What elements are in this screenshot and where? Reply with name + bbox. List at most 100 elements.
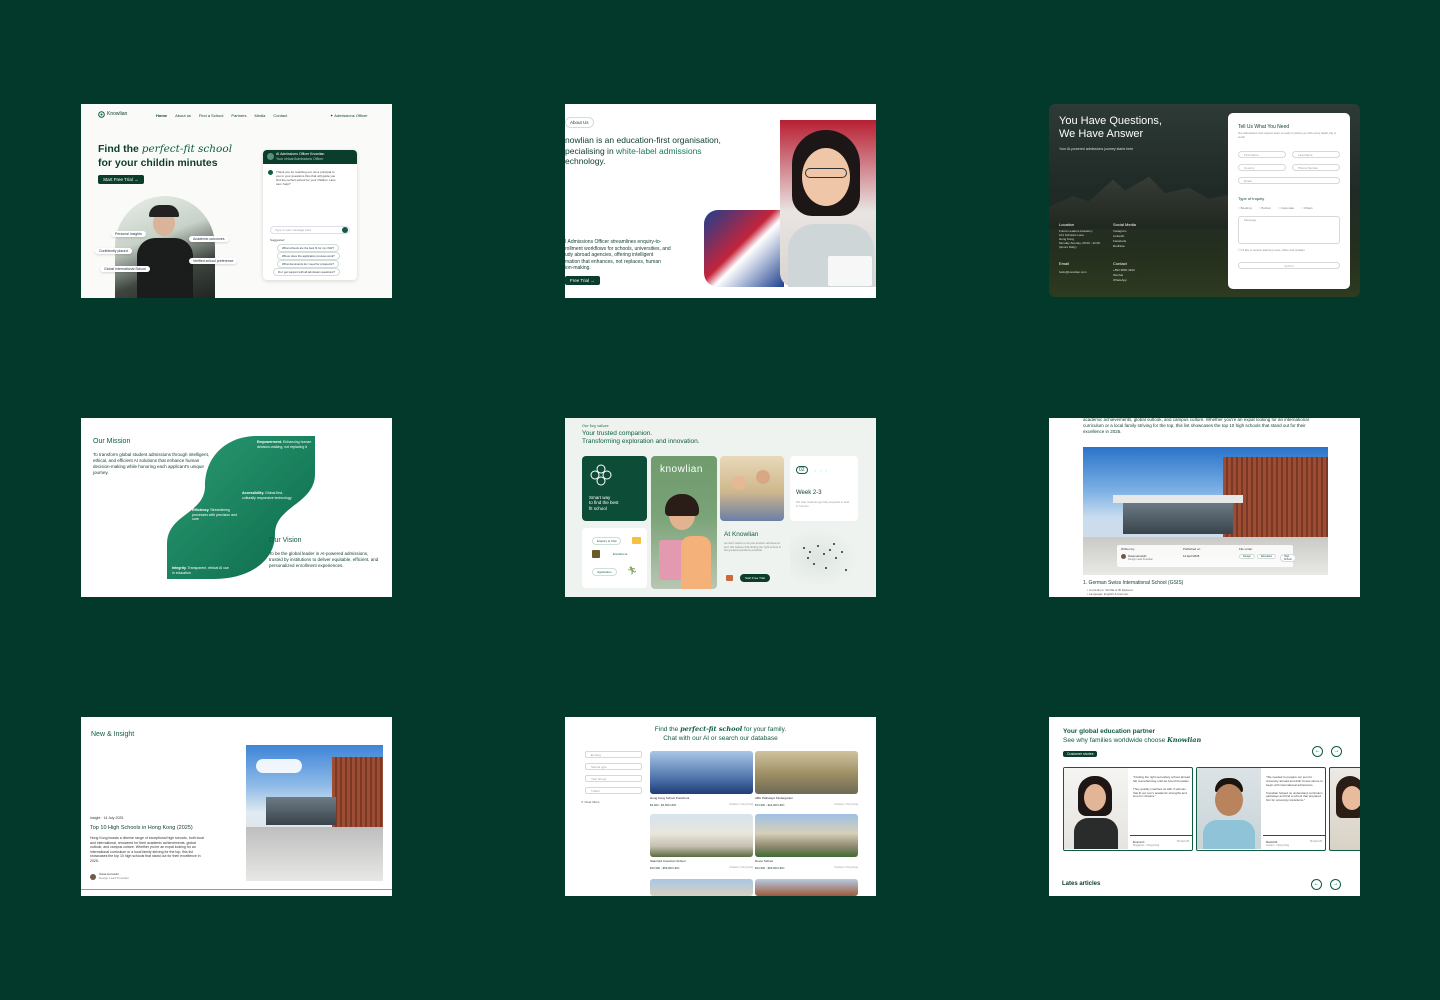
radio-booking[interactable]: ○ Booking [1238, 206, 1252, 210]
value-efficiency: Efficiency. Streamlining processes with … [192, 508, 237, 522]
clear-filters[interactable]: ✕ Clear filters [581, 800, 600, 804]
school-card-1[interactable]: Hong Kong School Preschool $3,900 - $6,5… [650, 751, 753, 809]
nav-contact[interactable]: Contact [273, 113, 287, 118]
values-trial-button[interactable]: Start Free Trial [740, 574, 770, 582]
values-kicker: Our key values [582, 424, 609, 428]
contact-page-card: You Have Questions, We Have Answer Your … [1049, 104, 1360, 297]
news-headline[interactable]: Top 10 High Schools in Hong Kong (2025) [90, 825, 193, 831]
social-rednote[interactable]: RedNote [1113, 244, 1136, 249]
submit-button[interactable]: Submit [1238, 262, 1340, 269]
mission-page-card: Our Mission To transform global student … [81, 418, 392, 597]
person-body-2 [1203, 820, 1255, 849]
articles-next-button[interactable]: → [1330, 879, 1341, 890]
chat-subtitle: Your virtual Admissions Officer [276, 156, 324, 161]
radio-corporate[interactable]: ○ Corporate [1278, 206, 1294, 210]
carousel-prev-button[interactable]: ← [1312, 746, 1323, 757]
articles-prev-button[interactable]: ← [1311, 879, 1322, 890]
student-hair [665, 494, 699, 516]
at-knowlian-tile: At Knowlian we don't aspire to be just a… [720, 526, 784, 589]
free-trial-button[interactable]: Free Trial → [565, 276, 600, 285]
nav-about[interactable]: About us [175, 113, 191, 118]
radio-others[interactable]: ○ Others [1301, 206, 1313, 210]
suggestion-3[interactable]: What documents do I need for prospects? [277, 260, 339, 268]
inquiry-options: ○ Booking ○ Partner ○ Corporate ○ Others [1238, 206, 1313, 210]
consent-checkbox[interactable]: ☐ I'd like to receive learning news, off… [1238, 248, 1305, 252]
school-name-1: Hong Kong School Preschool [650, 796, 690, 800]
graduation-icon [592, 550, 600, 558]
carousel-next-button[interactable]: → [1331, 746, 1342, 757]
filter-year-group[interactable]: Year Group [585, 775, 642, 782]
finder-title: Find the perfect-fit school for your fam… [654, 725, 787, 742]
article-item-heading: 1. German Swiss International School (GS… [1083, 580, 1184, 586]
school-card-3[interactable]: Stamford American School $19,900 - $59,9… [650, 814, 753, 872]
chat-input[interactable]: Type in your message here [270, 226, 350, 234]
suggestion-4[interactable]: Do I get support with all admission ques… [273, 268, 340, 276]
chip-academic-outcomes: Academic outcomes [189, 236, 229, 242]
classroom-photo-tile [720, 456, 784, 521]
nav-find-school[interactable]: Find a School [199, 113, 223, 118]
published-label: Published on [1183, 547, 1201, 551]
school-loc-4: Kowloon, Hong Kong [834, 866, 859, 869]
nav-partners[interactable]: Partners [231, 113, 246, 118]
admissions-officer-link[interactable]: ✦ Admissions Officer [330, 113, 368, 118]
story-card-2[interactable]: "We needed to prepare our son for univer… [1196, 767, 1326, 851]
brand-wordmark: knowlian [660, 464, 703, 475]
student-cap [149, 205, 179, 217]
last-name-field[interactable]: Last Name [1292, 151, 1340, 158]
value-integrity: Integrity. Transparent, ethical AI use i… [172, 566, 229, 575]
school-card-2[interactable]: ABC Pathways Kindergarten $73,900 - $24,… [755, 751, 858, 809]
story-footer-1: Emma K. Singapore - Hong Kong 7th April … [1130, 835, 1192, 849]
suggestion-1[interactable]: What schools are the best fit for my chi… [277, 244, 339, 252]
news-building-low [266, 797, 336, 825]
contact-whatsapp[interactable]: WhatsApp [1113, 278, 1135, 283]
chat-header: AI Admissions Officer Knowlian Your virt… [263, 150, 357, 164]
school-name-3: Stamford American School [650, 859, 686, 863]
world-dots-map [803, 543, 847, 571]
form-title: Tell Us What You Need [1238, 124, 1290, 130]
steps-tile: Enquiry & Visit Enrollment Application 🏃… [582, 528, 647, 588]
school-name-4: Dover School [755, 859, 774, 863]
start-trial-button[interactable]: Start Free Trial → [98, 175, 144, 184]
week-tile: 02 ● ● ● Week 2-3 We help students get f… [790, 456, 858, 521]
hero-title: Find the perfect-fit school for your chi… [98, 143, 233, 169]
country-field[interactable]: Country [1238, 164, 1286, 171]
story-card-3-partial[interactable] [1329, 767, 1360, 851]
smart-way-tile: Smart way to find the best fit school [582, 456, 647, 521]
message-field[interactable]: Message [1238, 216, 1340, 244]
chat-avatar [267, 153, 274, 160]
arrow-left-icon: ← [1314, 748, 1321, 754]
finder-page-card: Find the perfect-fit school for your fam… [565, 717, 876, 896]
at-title: At Knowlian [724, 531, 759, 538]
filter-location[interactable]: ● Hong [585, 751, 642, 758]
story-loc-2: London - Hong Kong [1266, 844, 1290, 847]
filter-tuition[interactable]: Tuition [585, 787, 642, 794]
tag-high-school[interactable]: High School [1280, 554, 1296, 562]
school-photo-2 [755, 751, 858, 794]
story-card-1[interactable]: "Finding the right secondary school abro… [1063, 767, 1193, 851]
nav-home[interactable]: Home [156, 113, 167, 118]
send-icon[interactable] [342, 227, 348, 233]
email-value[interactable]: hello@knowlian.com [1059, 270, 1087, 274]
meta-bar: Written by Oana Horowitz Design Lead Kno… [1117, 545, 1296, 567]
tag-design[interactable]: Design [1239, 554, 1255, 559]
story-footer-2: David M. London - Hong Kong 7th April 25 [1263, 835, 1325, 849]
school-name-2: ABC Pathways Kindergarten [755, 796, 794, 800]
school-card-4[interactable]: Dover School $23,900 - $59,900 HKD Kowlo… [755, 814, 858, 872]
school-photo-3 [650, 814, 753, 857]
suggestion-2[interactable]: Where does the application process work? [277, 252, 340, 260]
story-photo-1 [1064, 768, 1128, 849]
nav-media[interactable]: Media [255, 113, 266, 118]
logo[interactable]: Knowlian [98, 111, 127, 118]
news-author-avatar [90, 874, 96, 880]
school-price-3: $19,900 - $59,900 HKD [650, 866, 680, 870]
school-price-2: $73,900 - $24,900 HKD [755, 803, 785, 807]
phone-field[interactable]: Phone Number [1292, 164, 1340, 171]
tag-education[interactable]: Education [1257, 554, 1277, 559]
email-field[interactable]: Email [1238, 177, 1340, 184]
radio-partner[interactable]: ○ Partner [1259, 206, 1272, 210]
first-name-field[interactable]: First Name [1238, 151, 1286, 158]
filter-school-type[interactable]: School type [585, 763, 642, 770]
school-price-4: $23,900 - $59,900 HKD [755, 866, 785, 870]
news-title: New & Insight [91, 731, 135, 738]
school-photo-1 [650, 751, 753, 794]
